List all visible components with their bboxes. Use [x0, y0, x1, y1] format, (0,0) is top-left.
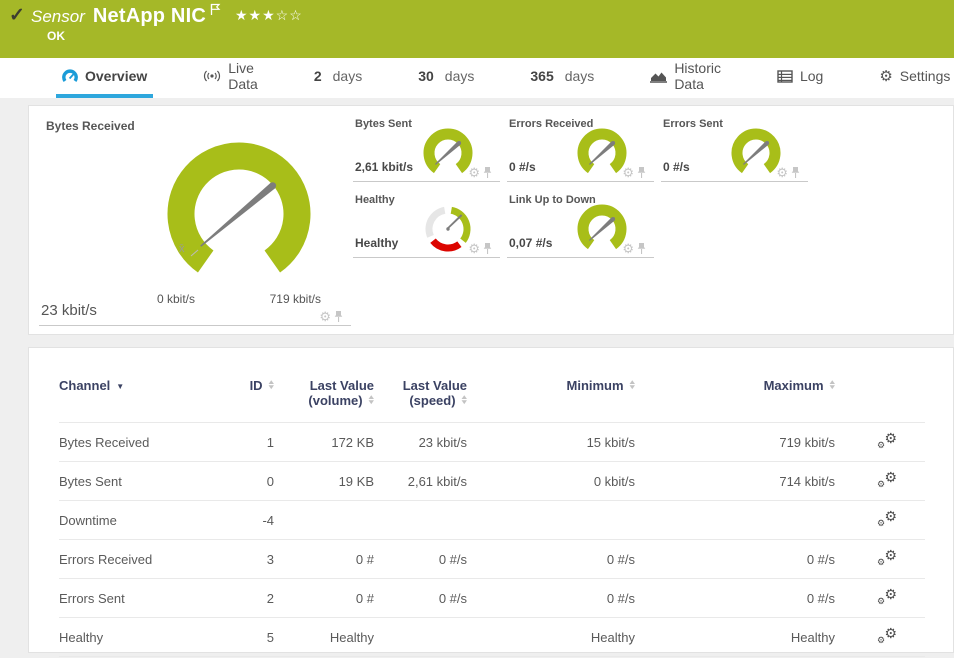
col-header-id[interactable]: ID▲▼: [219, 372, 274, 423]
gear-icon: ⚙: [879, 67, 892, 85]
channel-table-panel: Channel▼ ID▲▼ Last Value (volume)▲▼ Last…: [28, 347, 954, 653]
gauge-value: 23 kbit/s: [41, 302, 97, 319]
small-gauge-grid: Bytes Sent 2,61 kbit/s ⚙ Errors Received…: [351, 106, 953, 334]
gauge-settings-gear-icon[interactable]: ⚙: [622, 242, 634, 255]
broadcast-icon: [203, 69, 221, 83]
sensor-header: ✓ Sensor NetApp NIC ★★★☆☆ OK: [0, 0, 954, 58]
sensor-type-label: Sensor: [31, 7, 85, 27]
gauge-title: Bytes Received: [46, 119, 135, 133]
gauge-settings-gear-icon[interactable]: ⚙: [468, 166, 480, 179]
pin-icon[interactable]: [334, 310, 343, 323]
table-row: Bytes Sent 0 19 KB 2,61 kbit/s 0 kbit/s …: [59, 462, 925, 501]
tab-2-days[interactable]: 2days: [308, 58, 368, 98]
gauge-bytes-sent[interactable]: Bytes Sent 2,61 kbit/s ⚙: [353, 116, 500, 182]
log-list-icon: [777, 70, 793, 83]
gauge-healthy[interactable]: Healthy Healthy ⚙: [353, 192, 500, 258]
sensor-status-badge: OK: [47, 29, 65, 43]
gauge-errors-sent[interactable]: Errors Sent 0 #/s ⚙: [661, 116, 808, 182]
table-header-row: Channel▼ ID▲▼ Last Value (volume)▲▼ Last…: [59, 372, 925, 423]
tab-log[interactable]: Log: [771, 58, 829, 98]
priority-stars[interactable]: ★★★☆☆: [235, 7, 303, 24]
status-check-icon: ✓: [9, 4, 25, 27]
gauge-settings-gear-icon[interactable]: ⚙: [776, 166, 788, 179]
table-row: Downtime -4 ⚙⚙: [59, 501, 925, 540]
tab-live-data[interactable]: Live Data: [197, 58, 264, 98]
pin-icon[interactable]: [483, 242, 492, 255]
channel-settings-gears-icon[interactable]: ⚙⚙: [877, 627, 897, 644]
channel-settings-gears-icon[interactable]: ⚙⚙: [877, 510, 897, 527]
gauge-max-label: 719 kbit/s: [270, 292, 321, 306]
average-marker: x̄: [179, 243, 185, 255]
pin-icon[interactable]: [791, 166, 800, 179]
tab-historic-data[interactable]: Historic Data: [644, 58, 727, 98]
table-row: Healthy 5 Healthy Healthy Healthy ⚙⚙: [59, 618, 925, 657]
col-header-minimum[interactable]: Minimum▲▼: [467, 372, 635, 423]
sort-icon: ▲▼: [829, 381, 835, 391]
flag-icon[interactable]: [210, 3, 221, 21]
table-row: Errors Received 3 0 # 0 #/s 0 #/s 0 #/s …: [59, 540, 925, 579]
tab-bar: Overview Live Data 2days 30days 365days: [0, 58, 954, 98]
gauge-bytes-received[interactable]: Bytes Received x̄ 0 kbit/s 719 kbit/s 23…: [39, 116, 351, 326]
col-header-maximum[interactable]: Maximum▲▼: [635, 372, 835, 423]
channel-settings-gears-icon[interactable]: ⚙⚙: [877, 588, 897, 605]
gauge-errors-received[interactable]: Errors Received 0 #/s ⚙: [507, 116, 654, 182]
col-header-channel[interactable]: Channel▼: [59, 372, 219, 423]
pin-icon[interactable]: [637, 242, 646, 255]
tab-overview[interactable]: Overview: [56, 58, 153, 98]
col-header-last-speed[interactable]: Last Value (speed)▲▼: [374, 372, 467, 423]
tab-30-days[interactable]: 30days: [412, 58, 480, 98]
sort-icon: ▲▼: [461, 396, 467, 406]
sort-icon: ▲▼: [629, 381, 635, 391]
table-row: Bytes Received 1 172 KB 23 kbit/s 15 kbi…: [59, 423, 925, 462]
tab-365-days[interactable]: 365days: [524, 58, 600, 98]
sensor-name: NetApp NIC: [93, 5, 206, 28]
table-row: Errors Sent 2 0 # 0 #/s 0 #/s 0 #/s ⚙⚙: [59, 579, 925, 618]
sort-desc-icon: ▼: [116, 382, 124, 391]
sort-icon: ▲▼: [368, 396, 374, 406]
pin-icon[interactable]: [483, 166, 492, 179]
gauge-settings-gear-icon[interactable]: ⚙: [622, 166, 634, 179]
channel-table: Channel▼ ID▲▼ Last Value (volume)▲▼ Last…: [59, 372, 925, 658]
gauge-settings-gear-icon[interactable]: ⚙: [468, 242, 480, 255]
gauge-tab-icon: [62, 69, 78, 83]
bytes-received-dial: x̄: [151, 126, 327, 301]
channel-settings-gears-icon[interactable]: ⚙⚙: [877, 549, 897, 566]
gauge-min-label: 0 kbit/s: [157, 292, 195, 306]
gauge-link-up-to-down[interactable]: Link Up to Down 0,07 #/s ⚙: [507, 192, 654, 258]
gauge-settings-gear-icon[interactable]: ⚙: [319, 310, 331, 323]
gauges-panel: Bytes Received x̄ 0 kbit/s 719 kbit/s 23…: [28, 105, 954, 335]
sort-icon: ▲▼: [268, 381, 274, 391]
pin-icon[interactable]: [637, 166, 646, 179]
col-header-last-volume[interactable]: Last Value (volume)▲▼: [274, 372, 374, 423]
area-chart-icon: [650, 69, 667, 83]
channel-settings-gears-icon[interactable]: ⚙⚙: [877, 471, 897, 488]
tab-settings[interactable]: ⚙ Settings: [873, 58, 954, 98]
channel-settings-gears-icon[interactable]: ⚙⚙: [877, 432, 897, 449]
